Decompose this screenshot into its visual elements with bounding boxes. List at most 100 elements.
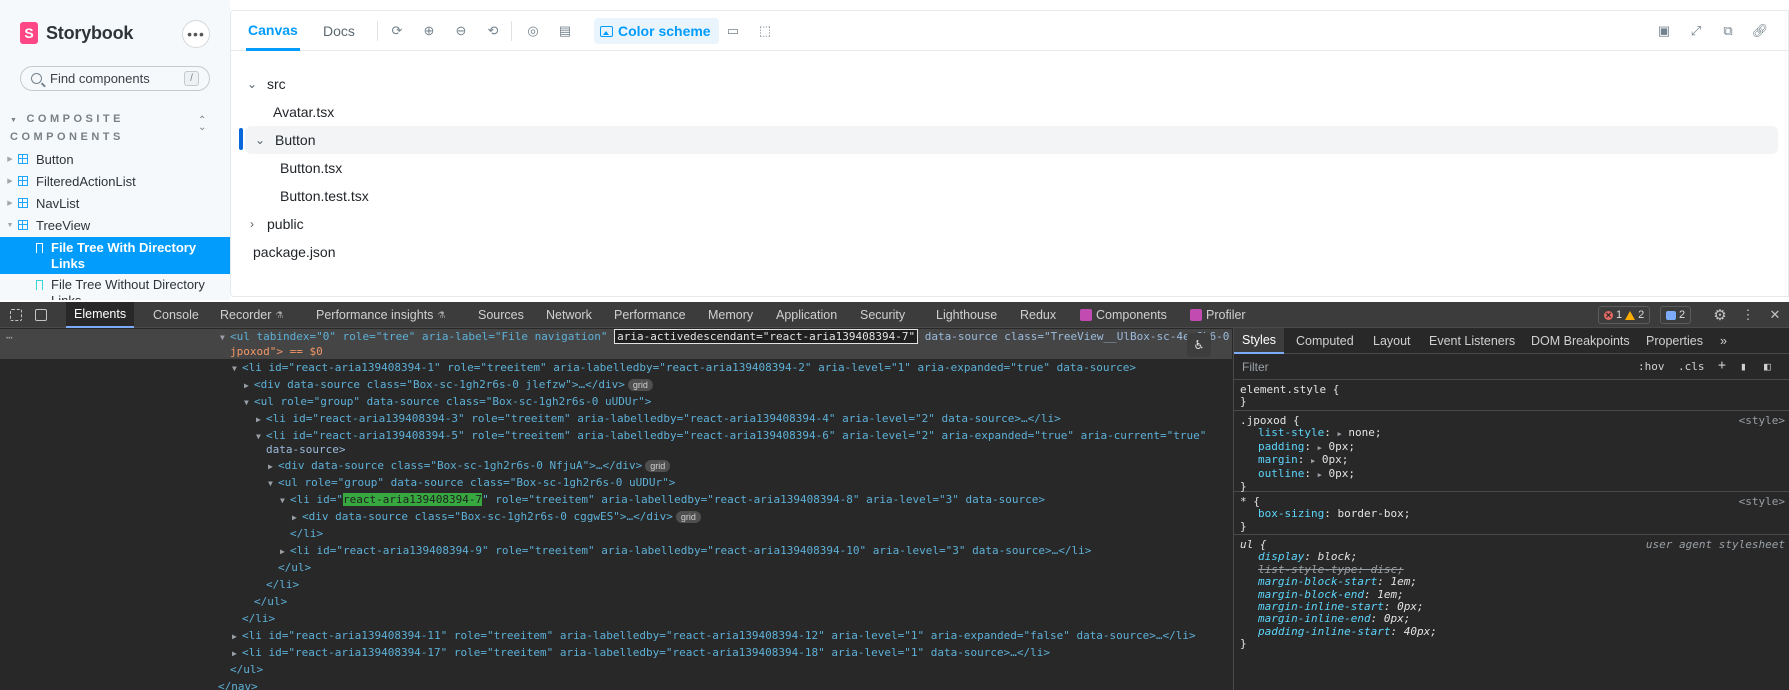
tab-properties[interactable]: Properties <box>1646 328 1703 354</box>
style-declaration[interactable]: margin: ▶ 0px; <box>1240 453 1785 467</box>
dom-node[interactable]: ▼ <li id="react-aria139408394-1" role="tr… <box>232 360 1136 376</box>
zoom-in-icon[interactable]: ⊕ <box>421 23 437 39</box>
dom-node-close[interactable]: </ul> <box>230 662 263 677</box>
tree-item-avatar[interactable]: Avatar.tsx <box>245 98 1778 126</box>
tab-security[interactable]: Security <box>860 302 905 328</box>
inspect-element-icon[interactable] <box>10 309 22 321</box>
tab-styles[interactable]: Styles <box>1234 328 1285 354</box>
dom-node[interactable]: ▶ <div data-source class="Box-sc-1gh2r6s-… <box>244 377 653 393</box>
tree-item-public[interactable]: › public <box>245 210 1778 238</box>
more-actions-icon[interactable]: ⋯ <box>6 331 13 344</box>
expand-icon[interactable]: ▶ <box>1318 444 1322 452</box>
tree-item-src[interactable]: ⌄ src <box>245 70 1778 98</box>
tab-event-listeners[interactable]: Event Listeners <box>1429 328 1515 354</box>
tab-components[interactable]: Components <box>1080 302 1167 328</box>
style-declaration[interactable]: list-style: ▶ none; <box>1240 427 1785 440</box>
dom-node-close[interactable]: </li> <box>290 526 323 541</box>
style-declaration[interactable]: outline: ▶ 0px; <box>1240 467 1785 481</box>
reload-icon[interactable]: ⟳ <box>389 23 405 39</box>
expand-icon[interactable]: ▶ <box>1311 457 1315 465</box>
tab-recorder[interactable]: Recorder ⚗ <box>220 302 284 328</box>
expand-icon[interactable]: ▶ <box>1337 430 1341 438</box>
tab-computed[interactable]: Computed <box>1296 328 1354 354</box>
device-toolbar-icon[interactable] <box>35 309 47 321</box>
tree-item-button-folder[interactable]: ⌄ Button <box>245 126 1778 154</box>
zoom-reset-icon[interactable]: ⟲ <box>485 23 501 39</box>
search-input[interactable] <box>50 71 180 86</box>
dom-node[interactable]: ▶ <li id="react-aria139408394-11" role="t… <box>232 628 1196 644</box>
elements-dom-tree[interactable]: ⋯ ▼ <ul tabindex="0" role="tree" aria-lab… <box>0 328 1232 690</box>
dom-node-ul-tree[interactable]: ▼ <ul tabindex="0" role="tree" aria-label… <box>220 329 1229 345</box>
tab-redux[interactable]: Redux <box>1020 302 1056 328</box>
color-scheme-button[interactable]: Color scheme <box>594 18 719 44</box>
style-rule-element[interactable]: element.style { } <box>1234 381 1789 411</box>
styles-filter-input[interactable] <box>1242 359 1542 374</box>
style-declaration[interactable]: box-sizing: border-box; <box>1240 507 1785 520</box>
dom-node[interactable]: ▼ <ul role="group" data-source class="Box… <box>244 394 651 410</box>
accessibility-icon[interactable]: ◎ <box>525 23 541 39</box>
tree-item-package-json[interactable]: package.json <box>245 238 1778 266</box>
rule-source-link[interactable]: <style> <box>1739 414 1785 427</box>
dom-node[interactable]: ▶ <div data-source class="Box-sc-1gh2r6s-… <box>268 458 671 474</box>
dom-node-close[interactable]: </li> <box>266 577 299 592</box>
grid-badge[interactable]: grid <box>645 460 671 472</box>
dom-node-close[interactable]: </nav> <box>218 679 258 690</box>
tab-docs[interactable]: Docs <box>323 11 355 51</box>
sidebar-item-filteredactionlist[interactable]: ▶ FilteredActionList <box>0 170 230 192</box>
dom-node-close[interactable]: </ul> <box>278 560 311 575</box>
dom-node-close[interactable]: </ul> <box>254 594 287 609</box>
copy-link-icon[interactable]: 🔗︎ <box>1752 23 1769 39</box>
tab-console[interactable]: Console <box>153 302 199 328</box>
tab-memory[interactable]: Memory <box>708 302 753 328</box>
sidebar-item-navlist[interactable]: ▶ NavList <box>0 192 230 214</box>
style-rule-universal[interactable]: * { <style> box-sizing: border-box; } <box>1234 493 1789 535</box>
tab-application[interactable]: Application <box>776 302 837 328</box>
viewport-icon[interactable]: ▭ <box>725 23 741 39</box>
tab-sources[interactable]: Sources <box>478 302 524 328</box>
tab-canvas[interactable]: Canvas <box>246 11 300 51</box>
zoom-out-icon[interactable]: ⊖ <box>453 23 469 39</box>
outline-icon[interactable]: ⬚ <box>757 23 773 39</box>
more-options-button[interactable]: ••• <box>182 20 210 48</box>
more-vertical-icon[interactable]: ⋮ <box>1740 307 1756 323</box>
dom-node[interactable]: ▶ <li id="react-aria139408394-9" role="tr… <box>280 543 1091 559</box>
close-icon[interactable]: ✕ <box>1767 307 1783 323</box>
accessibility-tree-icon[interactable]: ♿︎ <box>1187 333 1211 357</box>
expand-icon[interactable]: ▶ <box>1318 471 1322 479</box>
rule-source-link[interactable]: <style> <box>1739 495 1785 508</box>
tab-profiler[interactable]: Profiler <box>1190 302 1246 328</box>
dom-node[interactable]: ▼ <ul role="group" data-source class="Box… <box>268 475 675 491</box>
story-file-tree-with-directory-links[interactable]: File Tree With Directory Links <box>0 237 230 274</box>
grid-badge[interactable]: grid <box>627 379 653 391</box>
gear-icon[interactable]: ⚙ <box>1712 307 1728 324</box>
tab-lighthouse[interactable]: Lighthouse <box>936 302 997 328</box>
toggle-sidebar-icon[interactable]: ◧ <box>1764 360 1771 373</box>
open-new-tab-icon[interactable]: ⧉ <box>1720 23 1736 39</box>
sidebar-item-button[interactable]: ▶ Button <box>0 148 230 170</box>
tree-item-button-test-tsx[interactable]: Button.test.tsx <box>245 182 1778 210</box>
grid-badge[interactable]: grid <box>675 511 701 523</box>
tab-performance-insights[interactable]: Performance insights ⚗ <box>316 302 446 328</box>
fullscreen-icon[interactable]: ⤢ <box>1688 23 1704 39</box>
tree-item-button-tsx[interactable]: Button.tsx <box>245 154 1778 182</box>
background-icon[interactable]: ▤ <box>557 23 573 39</box>
style-rule-jpoxod[interactable]: .jpoxod { <style> list-style: ▶ none; pa… <box>1234 412 1789 493</box>
new-rule-icon[interactable]: + <box>1718 358 1726 373</box>
messages-badge[interactable]: 2 <box>1660 306 1692 324</box>
tab-network[interactable]: Network <box>546 302 592 328</box>
more-tabs-icon[interactable]: » <box>1720 328 1727 354</box>
tab-layout[interactable]: Layout <box>1373 328 1411 354</box>
story-file-tree-without-directory-links[interactable]: File Tree Without Directory Links <box>0 277 230 300</box>
dom-node[interactable]: ▶ <li id="react-aria139408394-17" role="t… <box>232 645 1050 661</box>
cls-button[interactable]: .cls <box>1678 360 1705 373</box>
dom-node[interactable]: ▼ <li id="react-aria139408394-5" role="tr… <box>256 428 1206 444</box>
style-declaration[interactable]: padding: ▶ 0px; <box>1240 440 1785 454</box>
expand-collapse-icon[interactable]: ⌃ ⌄ <box>198 116 206 133</box>
tab-performance[interactable]: Performance <box>614 302 686 328</box>
sidebar-item-treeview[interactable]: ▼ TreeView <box>0 214 230 236</box>
style-rule-ul-user-agent[interactable]: ul { user agent stylesheet display: bloc… <box>1234 536 1789 690</box>
search-box[interactable]: / <box>20 66 210 91</box>
sidebar-group-title[interactable]: ▼ COMPOSITE COMPONENTS <box>10 111 180 145</box>
dom-node[interactable]: ▶ <li id="react-aria139408394-3" role="tr… <box>256 411 1061 427</box>
paint-icon[interactable]: ▮ <box>1740 360 1747 373</box>
